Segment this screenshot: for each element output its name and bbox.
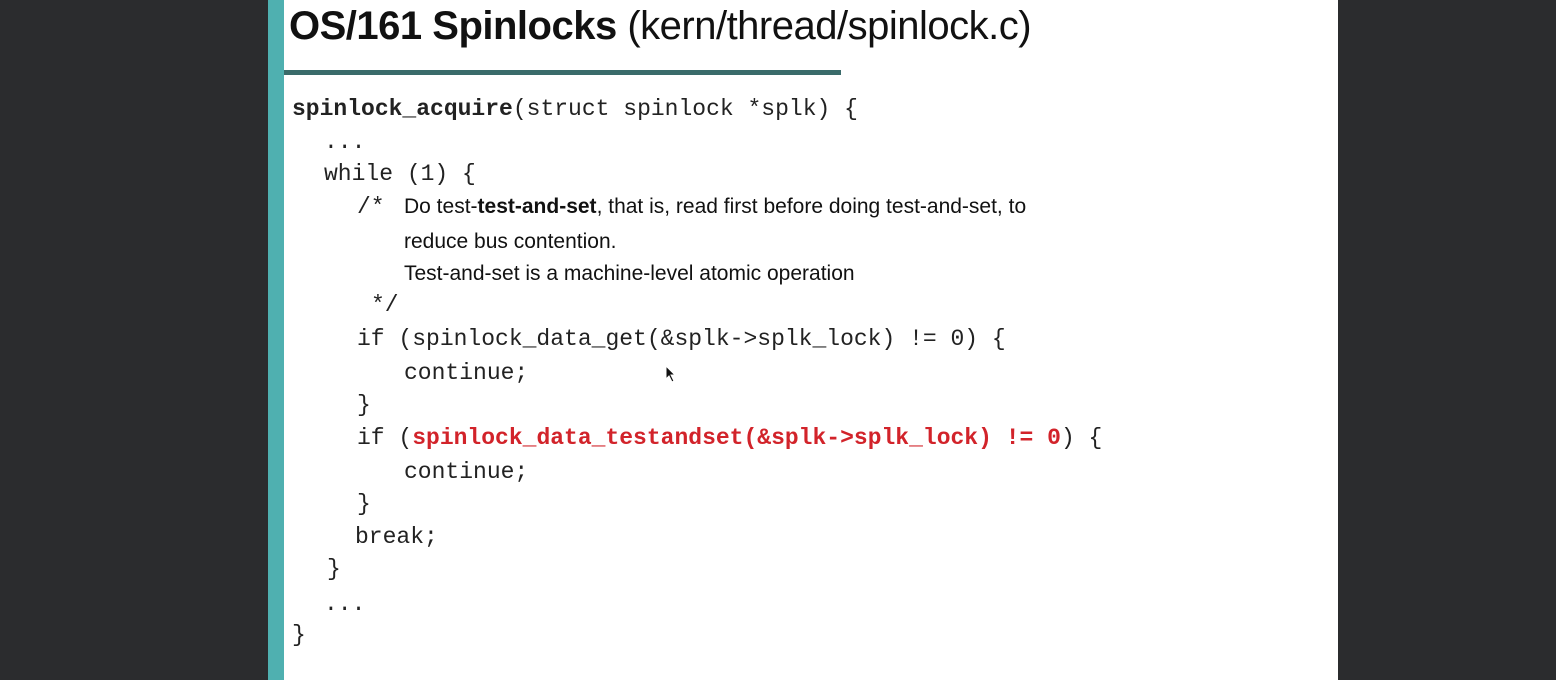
code-if-2-start: if (	[357, 425, 413, 451]
comment-text-c: , that is, read first before doing test-…	[596, 195, 1027, 218]
code-if-2-highlight: spinlock_data_testandset(&splk->splk_loc…	[412, 425, 1061, 451]
code-continue-2: continue;	[404, 459, 529, 485]
code-comment-line-1: Do test-test-and-set, that is, read firs…	[404, 193, 1026, 221]
code-close-if-2: }	[357, 491, 371, 517]
code-if-1: if (spinlock_data_get(&splk->splk_lock) …	[357, 326, 1006, 352]
slide-title-path: (kern/thread/spinlock.c)	[616, 4, 1032, 48]
code-close-func: }	[292, 622, 306, 648]
code-func-name: spinlock_acquire	[292, 96, 513, 122]
slide: OS/161 Spinlocks (kern/thread/spinlock.c…	[268, 0, 1338, 680]
slide-title-main: OS/161 Spinlocks	[289, 4, 617, 48]
comment-text-a: Do test-	[404, 195, 478, 218]
slide-title: OS/161 Spinlocks (kern/thread/spinlock.c…	[289, 4, 1032, 49]
code-func-signature: (struct spinlock *splk) {	[512, 96, 858, 122]
code-continue-1: continue;	[404, 360, 529, 386]
slide-accent-bar	[268, 0, 284, 680]
code-line-signature: spinlock_acquire(struct spinlock *splk) …	[292, 95, 858, 123]
comment-text-bold: test-and-set	[477, 195, 597, 218]
code-ellipsis-bottom: ...	[324, 591, 366, 617]
code-while-line: while (1) {	[324, 161, 476, 187]
mouse-pointer-icon	[665, 365, 677, 383]
code-close-if-1: }	[357, 392, 371, 418]
code-if-2-end: ) {	[1060, 425, 1103, 451]
code-comment-open: /*	[357, 194, 385, 220]
code-ellipsis-top: ...	[324, 129, 366, 155]
title-underline	[284, 70, 841, 75]
code-if-2: if (spinlock_data_testandset(&splk->splk…	[357, 424, 1102, 452]
code-close-while: }	[327, 556, 341, 582]
code-comment-line-2: reduce bus contention.	[404, 230, 617, 253]
code-break: break;	[355, 524, 438, 550]
code-comment-close: */	[371, 292, 399, 318]
code-comment-line-3: Test-and-set is a machine-level atomic o…	[404, 262, 855, 285]
